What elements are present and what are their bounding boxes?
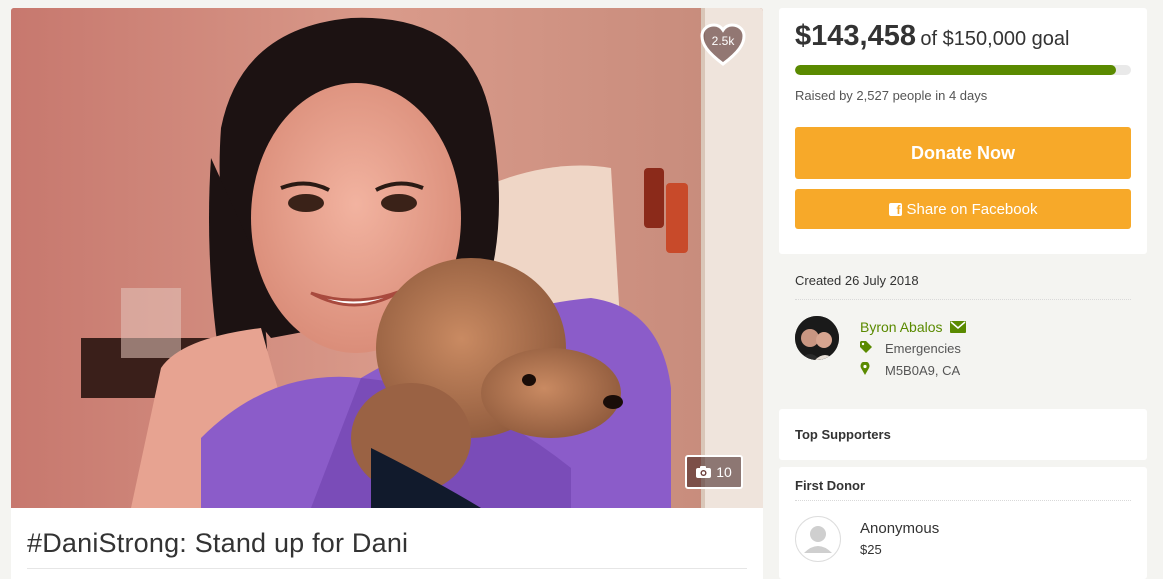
category-row[interactable]: Emergencies bbox=[860, 341, 961, 356]
share-facebook-label: Share on Facebook bbox=[906, 200, 1038, 218]
campaign-title-card: #DaniStrong: Stand up for Dani bbox=[11, 508, 763, 579]
tag-icon bbox=[860, 341, 872, 356]
campaign-photo-image bbox=[11, 8, 763, 508]
divider bbox=[795, 299, 1131, 301]
facebook-icon: f bbox=[888, 202, 902, 217]
donate-now-button[interactable]: Donate Now bbox=[795, 127, 1131, 179]
location-row: M5B0A9, CA bbox=[860, 361, 961, 378]
organizer-name-link[interactable]: Byron Abalos bbox=[860, 319, 967, 335]
photo-gallery-button[interactable]: 10 bbox=[685, 455, 743, 489]
created-date: Created 26 July 2018 bbox=[795, 273, 919, 288]
envelope-icon[interactable] bbox=[950, 321, 967, 333]
top-supporters-panel[interactable]: Top Supporters bbox=[779, 409, 1147, 460]
first-donor-heading: First Donor bbox=[795, 478, 866, 493]
campaign-title: #DaniStrong: Stand up for Dani bbox=[27, 528, 409, 558]
donor-amount: $25 bbox=[860, 542, 882, 557]
organizer-avatar[interactable] bbox=[795, 316, 839, 360]
donor-avatar bbox=[795, 516, 841, 562]
like-heart-button[interactable]: 2.5k bbox=[699, 22, 747, 68]
category-label: Emergencies bbox=[885, 341, 961, 356]
map-pin-icon bbox=[860, 361, 872, 378]
heart-count: 2.5k bbox=[711, 34, 735, 48]
divider bbox=[27, 568, 747, 569]
top-supporters-heading: Top Supporters bbox=[795, 427, 891, 442]
campaign-photo[interactable]: 2.5k 10 bbox=[11, 8, 763, 508]
organizer-photo bbox=[795, 316, 839, 360]
divider bbox=[795, 500, 1131, 501]
goal-text: of $150,000 goal bbox=[920, 28, 1070, 50]
camera-icon bbox=[696, 466, 712, 478]
raised-summary: Raised by 2,527 people in 4 days bbox=[795, 88, 988, 103]
donor-name: Anonymous bbox=[860, 520, 940, 537]
amount-raised: $143,458 bbox=[795, 20, 916, 52]
amount-line: $143,458 of $150,000 goal bbox=[795, 20, 1069, 53]
first-donor-panel: First Donor Anonymous $25 bbox=[779, 467, 1147, 579]
user-icon bbox=[804, 526, 832, 553]
progress-bar bbox=[795, 65, 1131, 75]
donation-card: $143,458 of $150,000 goal Raised by 2,52… bbox=[779, 8, 1147, 254]
organizer-name: Byron Abalos bbox=[860, 319, 943, 335]
progress-bar-fill bbox=[795, 65, 1117, 75]
share-facebook-button[interactable]: f Share on Facebook bbox=[795, 189, 1131, 229]
photo-count-label: 10 bbox=[716, 464, 732, 480]
location-label: M5B0A9, CA bbox=[885, 363, 961, 378]
